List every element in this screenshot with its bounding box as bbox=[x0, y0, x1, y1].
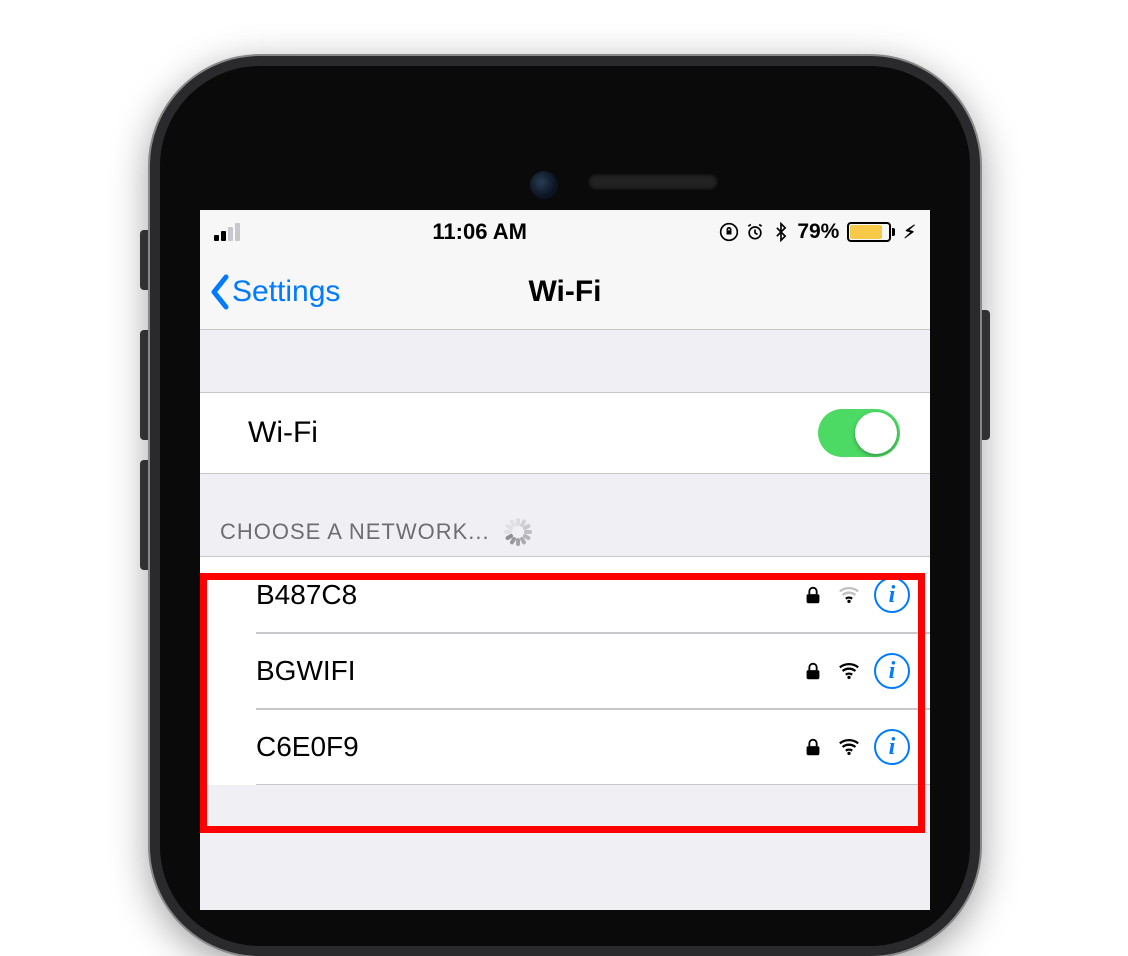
lock-icon bbox=[802, 584, 824, 606]
network-name: BGWIFI bbox=[256, 655, 802, 687]
network-info-button[interactable]: i bbox=[874, 653, 910, 689]
wifi-signal-icon bbox=[838, 660, 860, 682]
choose-network-header: CHOOSE A NETWORK... bbox=[200, 474, 930, 556]
network-row[interactable]: BGWIFI i bbox=[200, 633, 930, 709]
network-name: C6E0F9 bbox=[256, 731, 802, 763]
network-info-button[interactable]: i bbox=[874, 729, 910, 765]
screen: 11:06 AM 79% ⚡︎ bbox=[200, 210, 930, 910]
bluetooth-icon bbox=[771, 222, 791, 242]
network-list: B487C8 i BGWIFI bbox=[200, 556, 930, 785]
charging-icon: ⚡︎ bbox=[903, 222, 916, 243]
back-label: Settings bbox=[232, 275, 340, 309]
network-info-button[interactable]: i bbox=[874, 577, 910, 613]
section-header-label: CHOOSE A NETWORK... bbox=[220, 519, 490, 545]
earpiece-speaker bbox=[588, 174, 718, 190]
wifi-toggle-label: Wi-Fi bbox=[248, 416, 818, 450]
back-button[interactable]: Settings bbox=[208, 273, 340, 311]
status-bar: 11:06 AM 79% ⚡︎ bbox=[200, 210, 930, 254]
loading-spinner-icon bbox=[504, 518, 532, 546]
wifi-signal-icon bbox=[838, 584, 860, 606]
network-row[interactable]: C6E0F9 i bbox=[200, 709, 930, 785]
network-row[interactable]: B487C8 i bbox=[200, 557, 930, 633]
wifi-toggle[interactable] bbox=[818, 409, 900, 457]
battery-icon bbox=[845, 222, 895, 242]
wifi-toggle-row: Wi-Fi bbox=[200, 392, 930, 474]
lock-icon bbox=[802, 660, 824, 682]
network-name: B487C8 bbox=[256, 579, 802, 611]
wifi-signal-icon bbox=[838, 736, 860, 758]
alarm-icon bbox=[745, 222, 765, 242]
battery-percent: 79% bbox=[797, 220, 839, 244]
lock-icon bbox=[802, 736, 824, 758]
chevron-left-icon bbox=[208, 273, 232, 311]
status-time: 11:06 AM bbox=[432, 219, 527, 245]
cell-signal-icon bbox=[214, 223, 240, 241]
nav-bar: Settings Wi-Fi bbox=[200, 254, 930, 330]
orientation-lock-icon bbox=[719, 222, 739, 242]
front-camera bbox=[530, 171, 558, 199]
